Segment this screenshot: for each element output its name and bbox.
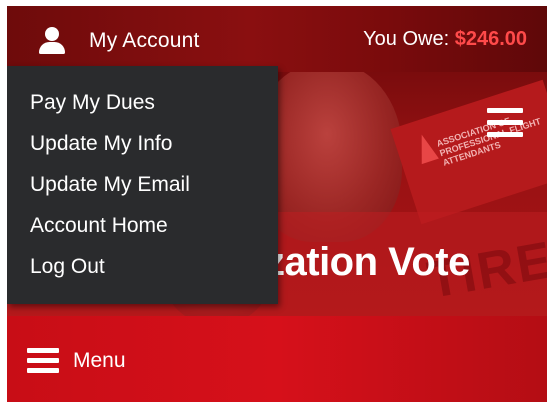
bottom-menu-bar: Menu (7, 316, 547, 402)
amount-owed: You Owe: $246.00 (363, 28, 527, 51)
main-nav-hamburger-icon[interactable] (487, 108, 523, 138)
my-account-label: My Account (89, 29, 200, 52)
menu-item-update-my-email[interactable]: Update My Email (7, 164, 278, 205)
owe-label: You Owe: (363, 28, 450, 50)
hamburger-icon (27, 348, 59, 374)
menu-label: Menu (73, 349, 126, 372)
my-account-button[interactable]: My Account (37, 24, 200, 58)
menu-item-log-out[interactable]: Log Out (7, 246, 278, 287)
menu-item-pay-my-dues[interactable]: Pay My Dues (7, 82, 278, 123)
menu-item-update-my-info[interactable]: Update My Info (7, 123, 278, 164)
menu-item-account-home[interactable]: Account Home (7, 205, 278, 246)
owe-amount: $246.00 (454, 28, 527, 50)
user-icon (37, 27, 67, 55)
top-bar: My Account You Owe: $246.00 (7, 6, 547, 72)
menu-button[interactable]: Menu (27, 346, 126, 376)
hero-title: zation Vote (265, 240, 470, 284)
account-dropdown: Pay My Dues Update My Info Update My Ema… (7, 66, 278, 304)
page-frame: My Account You Owe: $246.00 ASSOCIATION … (7, 6, 547, 402)
